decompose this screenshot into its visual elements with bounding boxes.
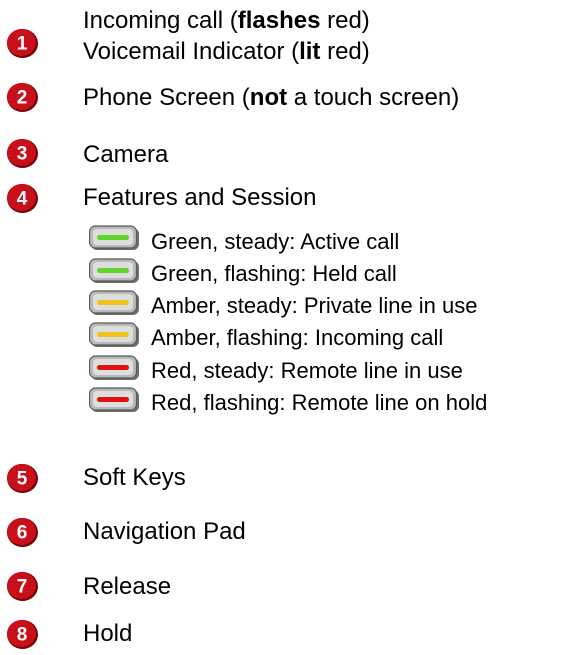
session-state-2: Green, flashing: Held call (151, 261, 397, 286)
item-2-line-1: Phone Screen (not a touch screen) (83, 84, 460, 111)
badge-3-icon: 3 (7, 139, 38, 168)
number-badge-7: 7 (6, 571, 39, 602)
badge-4-icon: 4 (7, 184, 38, 213)
led-amber-steady-icon (89, 290, 143, 318)
item-1-line-2: Voicemail Indicator (lit red) (83, 38, 370, 65)
number-badge-4: 4 (6, 183, 39, 214)
number-badge-8: 8 (6, 619, 39, 650)
led-red-steady-icon (89, 355, 143, 383)
badge-2-icon: 2 (7, 83, 38, 112)
item-8-line-1: Hold (83, 620, 133, 647)
number-badge-2: 2 (6, 82, 39, 113)
led-green-steady-icon (89, 225, 143, 253)
badge-8-icon: 8 (7, 620, 38, 649)
badge-7-number: 7 (17, 577, 28, 598)
number-badge-5: 5 (6, 463, 39, 494)
session-state-1: Green, steady: Active call (151, 229, 400, 254)
badge-2-number: 2 (17, 88, 28, 109)
session-state-3: Amber, steady: Private line in use (151, 293, 478, 318)
session-state-5: Red, steady: Remote line in use (151, 358, 463, 383)
badge-7-icon: 7 (7, 572, 38, 601)
badge-3-number: 3 (17, 144, 28, 165)
phone-feature-legend: 1 Incoming call (flashes red) Voicemail … (0, 0, 563, 655)
led-amber-flashing-icon (89, 322, 143, 350)
number-badge-1: 1 (6, 28, 39, 59)
badge-6-icon: 6 (7, 518, 38, 547)
badge-5-number: 5 (17, 469, 28, 490)
badge-1-icon: 1 (7, 29, 38, 58)
led-red-flashing-icon (89, 387, 143, 415)
item-7-line-1: Release (83, 573, 172, 600)
item-4-line-1: Features and Session (83, 184, 317, 211)
item-5-line-1: Soft Keys (83, 464, 186, 491)
item-3-line-1: Camera (83, 141, 169, 168)
number-badge-6: 6 (6, 517, 39, 548)
session-state-4: Amber, flashing: Incoming call (151, 325, 444, 350)
item-6-line-1: Navigation Pad (83, 518, 246, 545)
badge-6-number: 6 (17, 523, 28, 544)
badge-8-number: 8 (17, 625, 28, 646)
badge-1-number: 1 (17, 34, 28, 55)
session-state-6: Red, flashing: Remote line on hold (151, 390, 488, 415)
item-1-line-1: Incoming call (flashes red) (83, 7, 370, 34)
badge-5-icon: 5 (7, 464, 38, 493)
number-badge-3: 3 (6, 138, 39, 169)
led-green-flashing-icon (89, 258, 143, 286)
badge-4-number: 4 (17, 189, 28, 210)
